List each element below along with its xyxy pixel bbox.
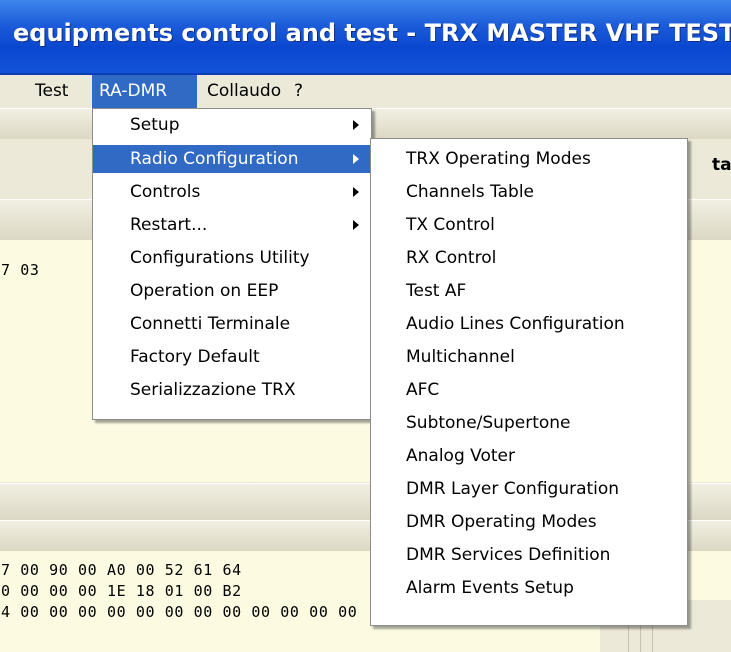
- submenu-item-multichannel[interactable]: Multichannel: [371, 341, 687, 374]
- menu-item-label: Controls: [130, 182, 201, 202]
- submenu-item-dmr-services-definition[interactable]: DMR Services Definition: [371, 539, 687, 572]
- menu-bar: Test RA-DMR Collaudo ?: [0, 75, 731, 109]
- submenu-item-trx-operating-modes[interactable]: TRX Operating Modes: [371, 143, 687, 176]
- menu-item-label: Configurations Utility: [130, 248, 310, 268]
- menu-item-factory-default[interactable]: Factory Default: [93, 343, 371, 371]
- submenu-item-rx-control[interactable]: RX Control: [371, 242, 687, 275]
- menu-item-label: Serializzazione TRX: [130, 380, 296, 400]
- menu-item-label: Radio Configuration: [130, 149, 299, 169]
- menu-collaudo[interactable]: Collaudo: [200, 75, 288, 108]
- menu-item-label: Subtone/Supertone: [406, 413, 571, 433]
- menu-item-label: Operation on EEP: [130, 281, 279, 301]
- submenu-item-analog-voter[interactable]: Analog Voter: [371, 440, 687, 473]
- submenu-item-test-af[interactable]: Test AF: [371, 275, 687, 308]
- menu-item-serializzazione-trx[interactable]: Serializzazione TRX: [93, 376, 371, 404]
- submenu-item-dmr-layer-configuration[interactable]: DMR Layer Configuration: [371, 473, 687, 506]
- menu-item-label: Audio Lines Configuration: [406, 314, 625, 334]
- menu-item-label: DMR Layer Configuration: [406, 479, 620, 499]
- submenu-item-audio-lines-configuration[interactable]: Audio Lines Configuration: [371, 308, 687, 341]
- menu-ra-dmr[interactable]: RA-DMR: [92, 75, 197, 108]
- menu-item-label: Setup: [130, 115, 180, 135]
- menu-item-label: Alarm Events Setup: [406, 578, 574, 598]
- menu-item-label: DMR Services Definition: [406, 545, 611, 565]
- menu-item-label: Test AF: [406, 281, 467, 301]
- menu-item-radio-configuration[interactable]: Radio Configuration: [93, 145, 371, 173]
- submenu-item-tx-control[interactable]: TX Control: [371, 209, 687, 242]
- radio-configuration-submenu: TRX Operating Modes Channels Table TX Co…: [370, 138, 688, 626]
- menu-item-label: Factory Default: [130, 347, 260, 367]
- menu-item-setup[interactable]: Setup: [93, 111, 371, 139]
- header-fragment: tal: [712, 155, 731, 175]
- submenu-item-dmr-operating-modes[interactable]: DMR Operating Modes: [371, 506, 687, 539]
- hex-line: 4 00 00 00 00 00 00 00 00 00 00 00 00: [1, 603, 358, 621]
- menu-item-label: Analog Voter: [406, 446, 515, 466]
- menu-item-configurations-utility[interactable]: Configurations Utility: [93, 244, 371, 272]
- submenu-arrow-icon: [353, 187, 359, 197]
- hex-line: 0 00 00 00 1E 18 01 00 B2: [1, 582, 242, 600]
- menu-item-label: Channels Table: [406, 182, 535, 202]
- menu-test[interactable]: Test: [28, 75, 75, 108]
- menu-item-connetti-terminale[interactable]: Connetti Terminale: [93, 310, 371, 338]
- menu-item-label: Restart...: [130, 215, 208, 235]
- menu-item-operation-on-eep[interactable]: Operation on EEP: [93, 277, 371, 305]
- submenu-item-alarm-events-setup[interactable]: Alarm Events Setup: [371, 572, 687, 605]
- menu-item-label: Connetti Terminale: [130, 314, 291, 334]
- menu-item-label: TRX Operating Modes: [406, 149, 591, 169]
- submenu-item-afc[interactable]: AFC: [371, 374, 687, 407]
- submenu-item-channels-table[interactable]: Channels Table: [371, 176, 687, 209]
- menu-item-label: DMR Operating Modes: [406, 512, 597, 532]
- submenu-item-subtone-supertone[interactable]: Subtone/Supertone: [371, 407, 687, 440]
- menu-item-restart[interactable]: Restart...: [93, 211, 371, 239]
- submenu-arrow-icon: [353, 220, 359, 230]
- submenu-arrow-icon: [353, 154, 359, 164]
- menu-item-label: Multichannel: [406, 347, 515, 367]
- hex-line: 7 00 90 00 A0 00 52 61 64: [1, 561, 242, 579]
- menu-item-label: RX Control: [406, 248, 497, 268]
- ra-dmr-menu: Setup Radio Configuration Controls Resta…: [92, 108, 372, 420]
- menu-item-label: TX Control: [406, 215, 495, 235]
- hex-line: 7 03: [1, 261, 40, 279]
- title-bar[interactable]: equipments control and test - TRX MASTER…: [0, 0, 731, 75]
- window-title: equipments control and test - TRX MASTER…: [13, 19, 731, 47]
- submenu-arrow-icon: [353, 120, 359, 130]
- menu-item-label: AFC: [406, 380, 440, 400]
- menu-item-controls[interactable]: Controls: [93, 178, 371, 206]
- menu-help[interactable]: ?: [287, 75, 310, 108]
